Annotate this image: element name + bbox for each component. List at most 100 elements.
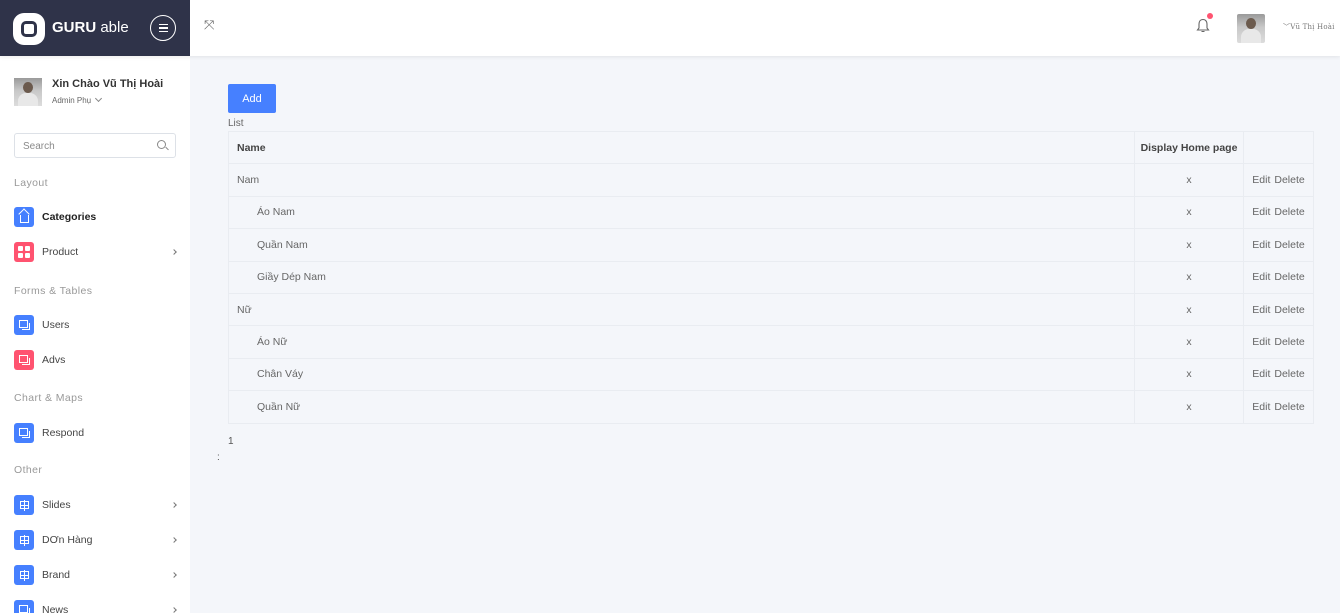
sidebar-item-label: News xyxy=(42,604,69,613)
category-name: Chân Váy xyxy=(228,357,1135,392)
edit-link[interactable]: Edit xyxy=(1252,174,1270,186)
user-menu[interactable]: ﹀Vũ Thị Hoài xyxy=(1283,22,1335,32)
edit-link[interactable]: Edit xyxy=(1252,304,1270,316)
brand-name: GURU able xyxy=(52,19,129,36)
row-actions: Edit Delete xyxy=(1243,228,1314,262)
table-row: Giầy Dép Nam x Edit Delete xyxy=(228,260,1314,294)
delete-link[interactable]: Delete xyxy=(1274,336,1304,348)
grid-icon xyxy=(14,242,34,262)
display-home-page-value: x xyxy=(1134,357,1244,392)
row-actions: Edit Delete xyxy=(1243,325,1314,359)
display-home-page-value: x xyxy=(1134,260,1244,294)
chevron-down-icon xyxy=(95,94,103,103)
table-row: Quần Nam x Edit Delete xyxy=(228,228,1314,262)
table-row: Nam x Edit Delete xyxy=(228,163,1314,197)
brand-area: GURU able xyxy=(0,0,190,56)
user-name: Vũ Thị Hoài xyxy=(1290,23,1335,31)
profile-greeting: Xin Chào Vũ Thị Hoài xyxy=(52,78,164,90)
chevron-right-icon xyxy=(171,502,177,508)
display-home-page-value: x xyxy=(1134,228,1244,262)
edit-link[interactable]: Edit xyxy=(1252,271,1270,283)
search-icon[interactable] xyxy=(157,140,166,149)
delete-link[interactable]: Delete xyxy=(1274,368,1304,380)
table-row: Quần Nữ x Edit Delete xyxy=(228,390,1314,424)
delete-link[interactable]: Delete xyxy=(1274,271,1304,283)
sidebar-item-label: Respond xyxy=(42,427,85,439)
delete-link[interactable]: Delete xyxy=(1274,239,1304,251)
sidebar-item-categories[interactable]: Categories xyxy=(14,206,184,228)
copy-icon xyxy=(14,423,34,443)
section-label-layout: Layout xyxy=(14,177,48,189)
delete-link[interactable]: Delete xyxy=(1274,401,1304,413)
home-icon xyxy=(14,207,34,227)
trailing-text: : xyxy=(217,452,220,463)
category-name: Nam xyxy=(228,163,1135,197)
sidebar-item-product[interactable]: Product xyxy=(14,241,184,263)
column-header-actions xyxy=(1243,130,1314,165)
main-content: Add List Name Display Home page Nam x Edit… xyxy=(190,56,1340,613)
sidebar-item-label: Advs xyxy=(42,354,66,366)
profile-role-dropdown[interactable]: Admin Phụ xyxy=(52,94,103,105)
sidebar-item-brand[interactable]: Brand xyxy=(14,564,184,586)
section-label-forms-tables: Forms & Tables xyxy=(14,285,93,297)
menu-toggle-button[interactable] xyxy=(150,15,176,41)
edit-link[interactable]: Edit xyxy=(1252,368,1270,380)
row-actions: Edit Delete xyxy=(1243,195,1314,230)
fullscreen-expand-icon[interactable]: ⤧ xyxy=(204,19,216,32)
sidebar-item-label: DƠn Hàng xyxy=(42,534,93,546)
sidebar-item-don-hang[interactable]: DƠn Hàng xyxy=(14,529,184,551)
sidebar-item-slides[interactable]: Slides xyxy=(14,494,184,516)
brand-name-light: able xyxy=(96,19,129,36)
display-home-page-value: x xyxy=(1134,292,1244,327)
chevron-right-icon xyxy=(171,249,177,255)
delete-link[interactable]: Delete xyxy=(1274,174,1304,186)
edit-link[interactable]: Edit xyxy=(1252,206,1270,218)
sidebar-item-label: Categories xyxy=(42,211,97,223)
pagination-page-1[interactable]: 1 xyxy=(228,436,234,447)
sidebar-item-users[interactable]: Users xyxy=(14,314,184,336)
sidebar-item-label: Product xyxy=(42,246,79,258)
delete-link[interactable]: Delete xyxy=(1274,304,1304,316)
sidebar-search xyxy=(14,133,176,158)
signpost-icon xyxy=(14,565,34,585)
sidebar-item-label: Brand xyxy=(42,569,71,581)
row-actions: Edit Delete xyxy=(1243,260,1314,294)
table-row: Chân Váy x Edit Delete xyxy=(228,357,1314,392)
sidebar: Xin Chào Vũ Thị Hoài Admin Phụ Layout Ca… xyxy=(0,56,190,613)
sidebar-item-respond[interactable]: Respond xyxy=(14,422,184,444)
bell-icon[interactable] xyxy=(1196,18,1210,34)
table-row: Nữ x Edit Delete xyxy=(228,292,1314,327)
profile-avatar xyxy=(14,78,42,106)
search-input[interactable] xyxy=(15,135,145,158)
chevron-right-icon xyxy=(171,572,177,578)
notification-badge xyxy=(1207,13,1213,19)
display-home-page-value: x xyxy=(1134,325,1244,359)
edit-link[interactable]: Edit xyxy=(1252,401,1270,413)
section-label-other: Other xyxy=(14,464,43,476)
edit-link[interactable]: Edit xyxy=(1252,336,1270,348)
column-header-name: Name xyxy=(228,130,1135,165)
sidebar-item-label: Users xyxy=(42,319,70,331)
sidebar-item-label: Slides xyxy=(42,499,71,511)
row-actions: Edit Delete xyxy=(1243,357,1314,392)
row-actions: Edit Delete xyxy=(1243,163,1314,197)
table-row: Áo Nam x Edit Delete xyxy=(228,195,1314,230)
brand-name-bold: GURU xyxy=(52,19,97,36)
top-header: GURU able ⤧ ﹀Vũ Thị Hoài xyxy=(0,0,1340,56)
edit-link[interactable]: Edit xyxy=(1252,239,1270,251)
profile-role: Admin Phụ xyxy=(52,96,92,105)
row-actions: Edit Delete xyxy=(1243,390,1314,424)
guru-logo-icon xyxy=(13,13,45,45)
user-avatar[interactable] xyxy=(1237,14,1265,43)
list-heading: List xyxy=(228,118,244,129)
category-name: Áo Nam xyxy=(228,195,1135,230)
categories-table: Name Display Home page Nam x Edit Delete Áo … xyxy=(228,130,1314,424)
add-button[interactable]: Add xyxy=(228,84,276,113)
table-row: Áo Nữ x Edit Delete xyxy=(228,325,1314,359)
sidebar-item-advs[interactable]: Advs xyxy=(14,349,184,371)
display-home-page-value: x xyxy=(1134,195,1244,230)
sidebar-item-news[interactable]: News xyxy=(14,599,184,613)
delete-link[interactable]: Delete xyxy=(1274,206,1304,218)
category-name: Quần Nam xyxy=(228,228,1135,262)
category-name: Nữ xyxy=(228,292,1135,327)
